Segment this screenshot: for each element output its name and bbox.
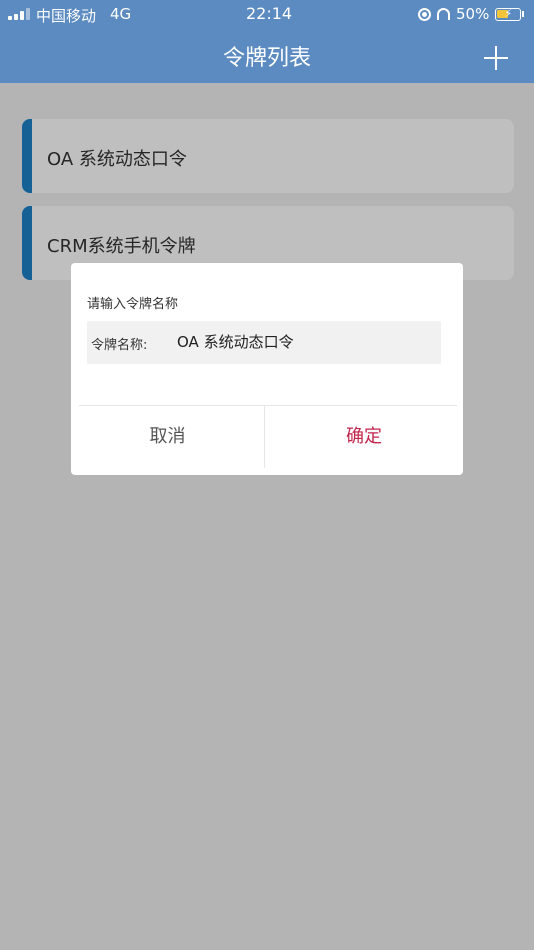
page-title: 令牌列表 <box>222 46 311 71</box>
carrier-name: 中国移动 <box>36 7 97 25</box>
status-right-icons: 50% ⚡ <box>418 5 525 23</box>
battery-cap <box>522 11 525 17</box>
battery-percent: 50% <box>456 5 490 23</box>
battery-icon: ⚡ <box>495 6 522 21</box>
confirm-button[interactable]: 确定 <box>265 406 463 468</box>
status-bar: 中国移动 4G 22:14 50% ⚡ <box>0 0 534 28</box>
orientation-lock-icon <box>418 7 431 21</box>
headphone-icon <box>437 8 450 20</box>
rename-token-dialog: 请输入令牌名称 令牌名称: 取消 确定 <box>71 263 463 475</box>
app-header: 中国移动 4G 22:14 50% ⚡ 令牌列表 <box>0 0 534 83</box>
add-token-button[interactable] <box>484 46 508 70</box>
signal-strength-icon <box>8 8 30 20</box>
cancel-button[interactable]: 取消 <box>71 406 264 468</box>
token-name-field: 令牌名称: <box>87 321 441 364</box>
field-label: 令牌名称: <box>91 338 148 353</box>
modal-overlay[interactable] <box>0 83 534 950</box>
status-time: 22:14 <box>246 4 293 23</box>
charging-bolt-icon: ⚡ <box>504 6 513 20</box>
dialog-prompt: 请输入令牌名称 <box>87 297 179 312</box>
token-name-input[interactable] <box>177 332 427 350</box>
network-type: 4G <box>110 5 132 23</box>
